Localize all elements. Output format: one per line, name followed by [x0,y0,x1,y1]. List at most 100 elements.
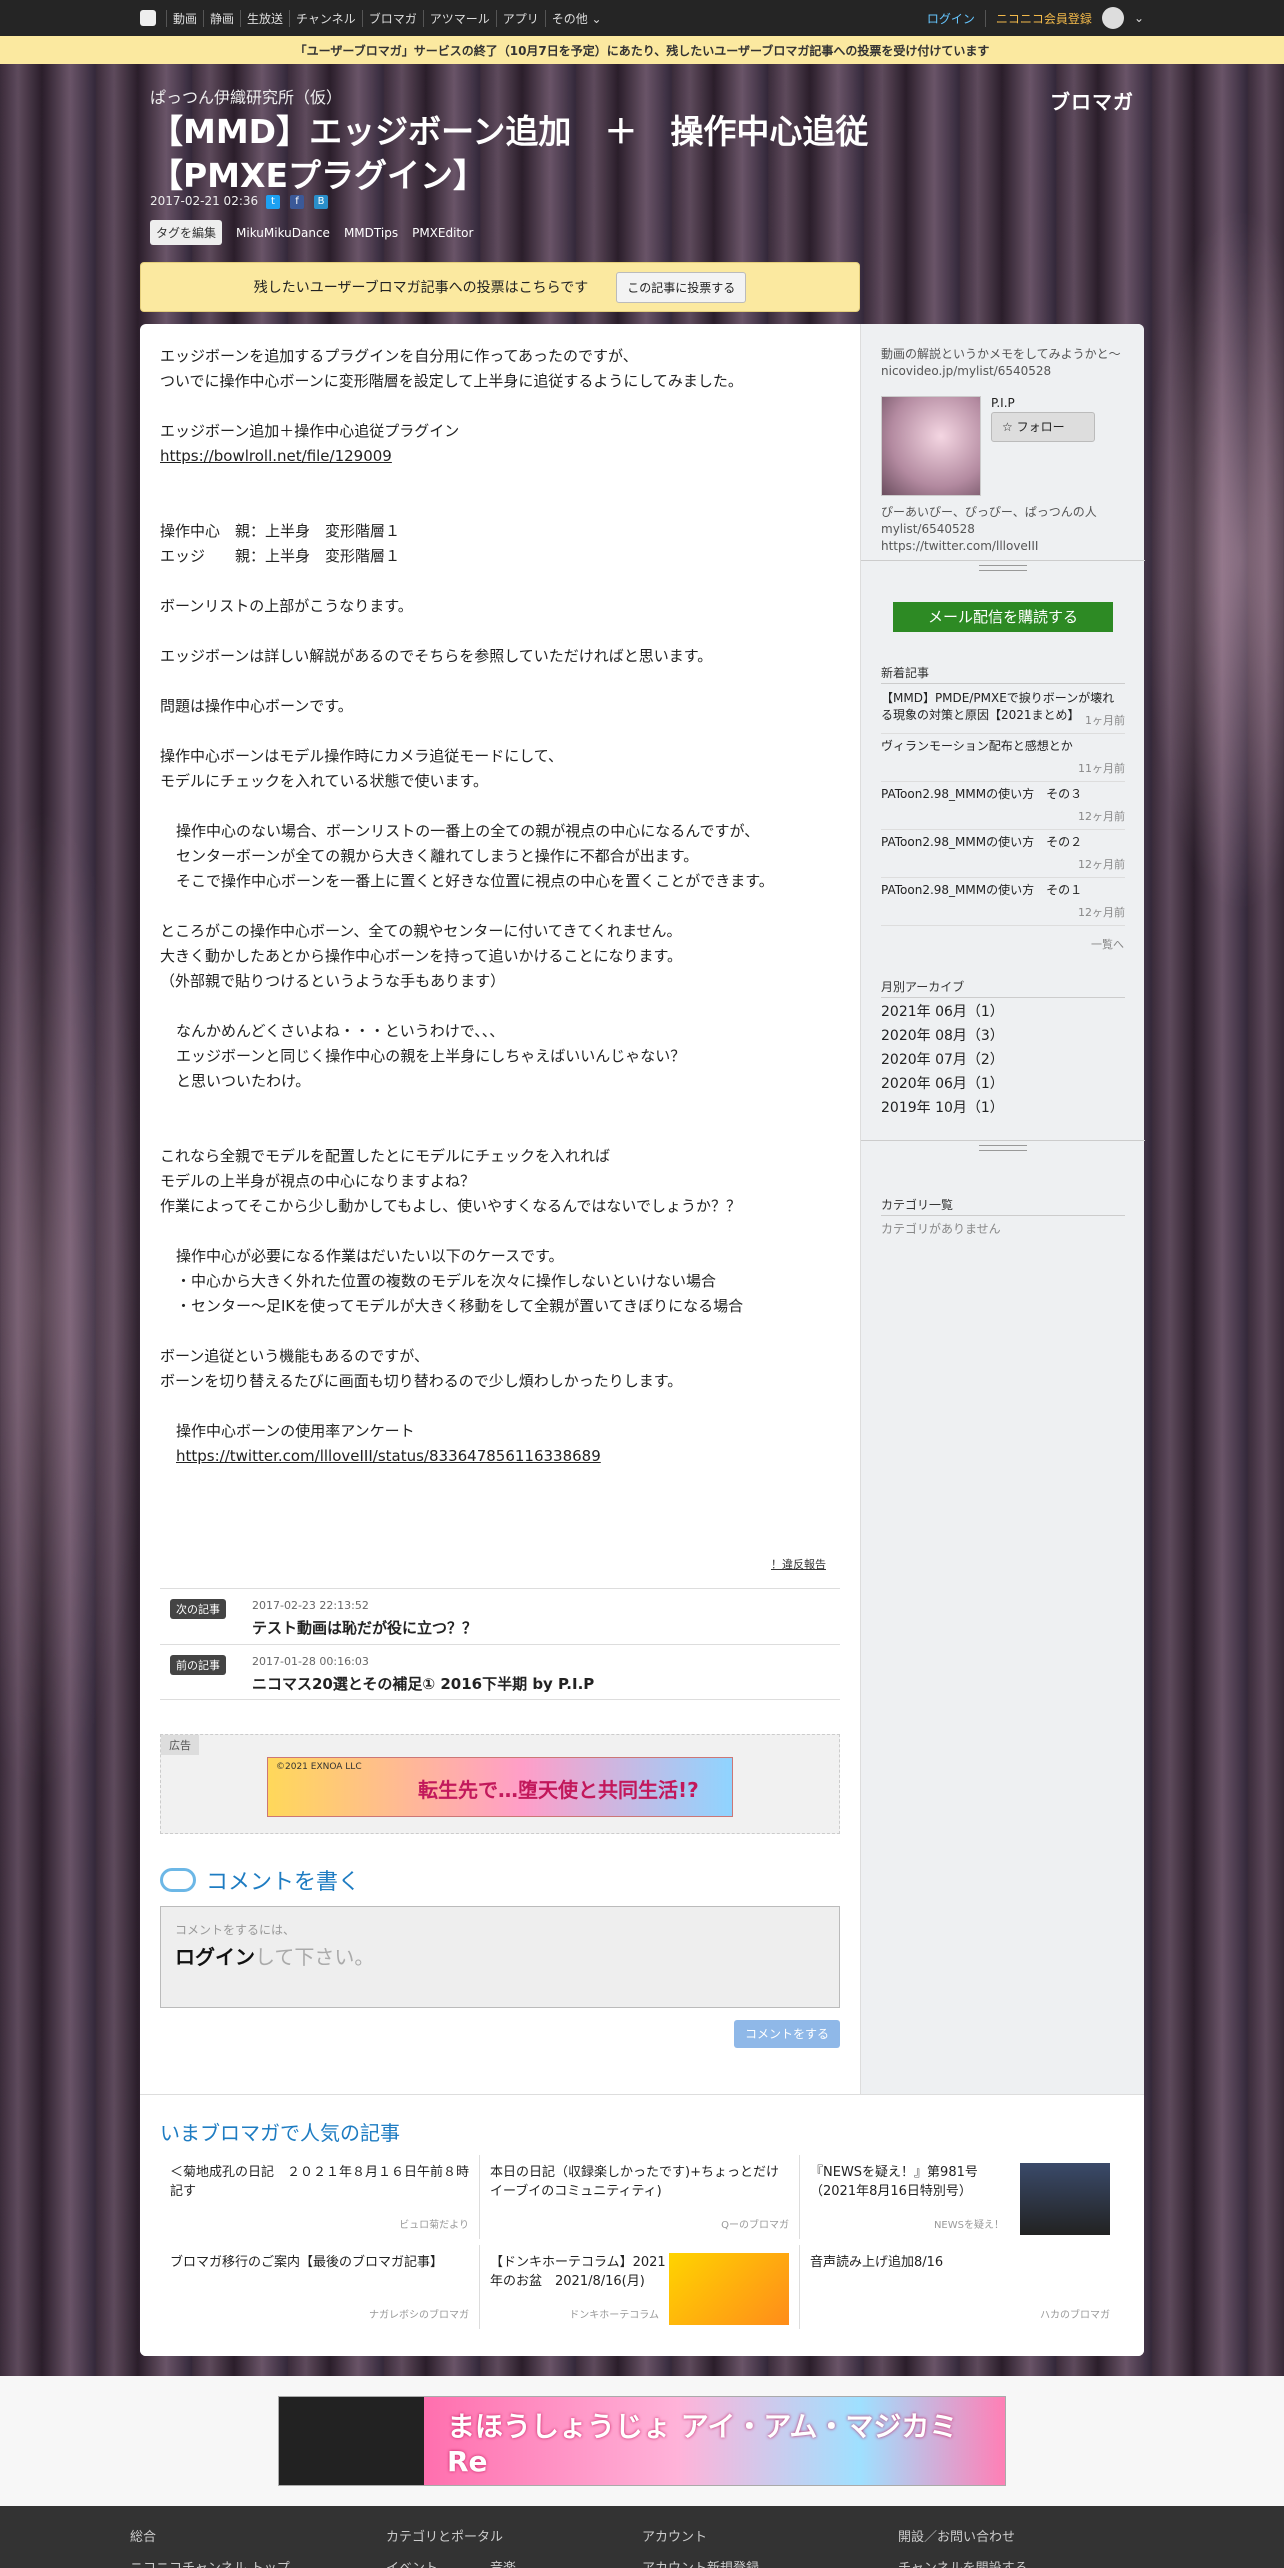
nav-item[interactable]: アプリ [495,9,545,27]
nav-item-more[interactable]: その他 ⌄ [544,9,608,27]
prev-date: 2017-01-28 00:16:03 [252,1655,369,1668]
hatena-icon[interactable]: B [314,195,328,209]
news-ago: 12ヶ月前 [1078,906,1125,919]
news-title[interactable]: PAToon2.98_MMMの使い方 その１ [881,883,1082,897]
facebook-icon[interactable]: f [290,195,304,209]
ad-banner[interactable]: ©2021 EXNOA LLC 転生先で…堕天使と共同生活!? [267,1757,733,1817]
chevron-down-icon[interactable]: ⌄ [1134,11,1144,25]
archive-item[interactable]: 2019年 10月（1） [881,1096,1125,1120]
submit-comment-button[interactable]: コメントをする [734,2020,840,2048]
news-title[interactable]: PAToon2.98_MMMの使い方 その３ [881,787,1082,801]
service-end-notice[interactable]: 「ユーザーブロマガ」サービスの終了（10月7日を予定）にあたり、残したいユーザー… [0,36,1284,64]
comment-heading: コメントを書く [160,1864,360,1896]
footer-link[interactable]: ニコニコチャンネル トップ [130,2557,290,2568]
article-paragraph: エッジボーン追加＋操作中心追従プラグイン [160,422,460,440]
news-item[interactable]: PAToon2.98_MMMの使い方 その３ 12ヶ月前 [881,782,1125,830]
footer-link[interactable]: チャンネルを開設する [898,2557,1028,2568]
bottom-ad-area: まほうしょうじょ アイ・アム・マジカミ Re [0,2376,1284,2506]
comment-hint: コメントをするには、 [175,1923,296,1937]
news-ago: 12ヶ月前 [1078,810,1125,823]
popular-title[interactable]: 『NEWSを疑え！』第981号（2021年8月16日特別号） [810,2165,978,2199]
twitter-icon[interactable]: t [266,195,280,209]
popular-item[interactable]: ＜菊地成孔の日記 ２０２１年８月１６日午前８時記す ビュロ菊だより [160,2155,480,2239]
popular-item[interactable]: 本日の日記（収録楽しかったです)+ちょっとだけイーブイのコミュニティティ) Qー… [480,2155,800,2239]
article-paragraph: 操作中心ボーンの使用率アンケート [176,1422,415,1440]
more-link[interactable]: 一覧へ [1091,936,1124,952]
news-title[interactable]: ヴィランモーション配布と感想とか [881,739,1073,753]
comment-input[interactable]: コメントをするには、 ログインして下さい。 [160,1906,840,2008]
popular-title[interactable]: 【ドンキホーテコラム】2021年のお盆 2021/8/16(月) [490,2255,666,2289]
archive-item[interactable]: 2020年 08月（3） [881,1024,1125,1048]
article-paragraph: なんかめんどくさいよね・・・というわけで、、、 エッジボーンと同じく操作中心の親… [176,1022,686,1090]
article-paragraph: 操作中心が必要になる作業はだいたい以下のケースです。 ・中心から大きく外れた位置… [176,1247,744,1315]
nav-item[interactable]: 静画 [203,9,240,27]
report-link[interactable]: ！違反報告 [771,1556,826,1572]
nav-item[interactable]: チャンネル [289,9,362,27]
footer-column: 開設／お問い合わせ チャンネルを開設する [898,2526,1028,2568]
news-item[interactable]: PAToon2.98_MMMの使い方 その１ 12ヶ月前 [881,878,1125,926]
account-area: ログイン ニコニコ会員登録 ⌄ [927,0,1144,36]
archive-item[interactable]: 2021年 06月（1） [881,1000,1125,1024]
signup-link[interactable]: ニコニコ会員登録 [984,9,1092,27]
popular-title[interactable]: 本日の日記（収録楽しかったです)+ちょっとだけイーブイのコミュニティティ) [490,2165,779,2199]
survey-link[interactable]: https://twitter.com/llloveIII/status/833… [176,1447,601,1465]
edit-tags-button[interactable]: タグを編集 [150,220,223,245]
next-article[interactable]: 次の記事 2017-02-23 22:13:52 テスト動画は恥だが役に立つ？？ [160,1588,840,1644]
tag-link[interactable]: PMXEditor [412,226,473,240]
news-title[interactable]: PAToon2.98_MMMの使い方 その２ [881,835,1082,849]
popular-item[interactable]: 【ドンキホーテコラム】2021年のお盆 2021/8/16(月) ドンキホーテコ… [480,2245,800,2329]
bottom-ad-banner[interactable]: まほうしょうじょ アイ・アム・マジカミ Re [278,2396,1006,2486]
prev-badge: 前の記事 [170,1655,226,1675]
avatar[interactable] [1101,7,1124,29]
plugin-download-link[interactable]: https://bowlroll.net/file/129009 [160,447,392,465]
popular-title[interactable]: 音声読み上げ追加8/16 [810,2255,943,2270]
article-body: エッジボーンを追加するプラグインを自分用に作ってあったのですが、 ついでに操作中… [160,344,840,1469]
popular-source: ナガレボシのブロマガ [369,2310,469,2321]
footer-link[interactable]: アカウント新規登録 [642,2557,759,2568]
next-badge: 次の記事 [170,1599,226,1619]
popular-thumbnail[interactable] [1020,2163,1110,2235]
niconico-logo-icon[interactable] [140,10,156,26]
news-item[interactable]: 【MMD】PMDE/PMXEで捩りボーンが壊れる現象の対策と原因【2021まとめ… [881,686,1125,734]
article-paragraph: 操作中心のない場合、ボーンリストの一番上の全ての親が視点の中心になるんですが、 … [176,822,774,890]
archive-item[interactable]: 2020年 07月（2） [881,1048,1125,1072]
mail-subscribe-button[interactable]: メール配信を購読する [893,602,1113,632]
ad-copyright: ©2021 EXNOA LLC [276,1762,362,1772]
follow-button[interactable]: ☆ フォロー [991,412,1095,442]
popular-thumbnail[interactable] [669,2253,789,2325]
popular-item[interactable]: 音声読み上げ追加8/16 ハカのブロマガ [800,2245,1120,2329]
nav-item[interactable]: ブロマガ [361,9,423,27]
previous-article[interactable]: 前の記事 2017-01-28 00:16:03 ニコマス20選とその補足① 2… [160,1644,840,1700]
profile-name[interactable]: P.I.P [991,396,1015,410]
prev-title[interactable]: ニコマス20選とその補足① 2016下半期 by P.I.P [252,1673,594,1694]
vote-button[interactable]: この記事に投票する [616,271,747,303]
news-title[interactable]: 【MMD】PMDE/PMXEで捩りボーンが壊れる現象の対策と原因【2021まとめ… [881,691,1114,722]
bromaga-logo[interactable]: ブロマガ [1050,86,1134,115]
category-heading: カテゴリ一覧 [881,1196,1125,1216]
next-title[interactable]: テスト動画は恥だが役に立つ？？ [252,1617,477,1638]
archive-item[interactable]: 2020年 06月（1） [881,1072,1125,1096]
tag-link[interactable]: MMDTips [344,226,398,240]
news-heading: 新着記事 [881,664,1125,684]
blog-name[interactable]: ぱっつん伊織研究所（仮） [150,84,342,108]
footer-heading: 開設／お問い合わせ [898,2530,1016,2545]
tag-link[interactable]: MikuMikuDance [236,226,330,240]
news-list: 【MMD】PMDE/PMXEで捩りボーンが壊れる現象の対策と原因【2021まとめ… [881,686,1125,926]
popular-title[interactable]: ＜菊地成孔の日記 ２０２１年８月１６日午前８時記す [170,2165,469,2199]
popular-item[interactable]: ブロマガ移行のご案内【最後のブロマガ記事】 ナガレボシのブロマガ [160,2245,480,2329]
popular-title[interactable]: ブロマガ移行のご案内【最後のブロマガ記事】 [170,2255,443,2270]
footer-column: アカウント アカウント新規登録 [642,2526,759,2568]
article-paragraph: ところがこの操作中心ボーン、全ての親やセンターに付いてきてくれません。 大きく動… [160,922,683,990]
popular-source: Qーのブロマガ [721,2220,789,2231]
login-link[interactable]: ログイン [927,10,975,27]
login-link[interactable]: ログイン [175,1945,255,1969]
nav-item[interactable]: 動画 [166,9,203,27]
blog-description: 動画の解説というかメモをしてみようかと～nicovideo.jp/mylist/… [881,347,1121,378]
nav-item[interactable]: 生放送 [240,9,289,27]
news-item[interactable]: ヴィランモーション配布と感想とか 11ヶ月前 [881,734,1125,782]
profile-image[interactable] [881,396,981,496]
news-item[interactable]: PAToon2.98_MMMの使い方 その２ 12ヶ月前 [881,830,1125,878]
footer-link[interactable]: イベント 音楽 [386,2557,516,2568]
nav-item[interactable]: アツマール [422,9,496,27]
popular-item[interactable]: 『NEWSを疑え！』第981号（2021年8月16日特別号） NEWSを疑え！ [800,2155,1120,2239]
